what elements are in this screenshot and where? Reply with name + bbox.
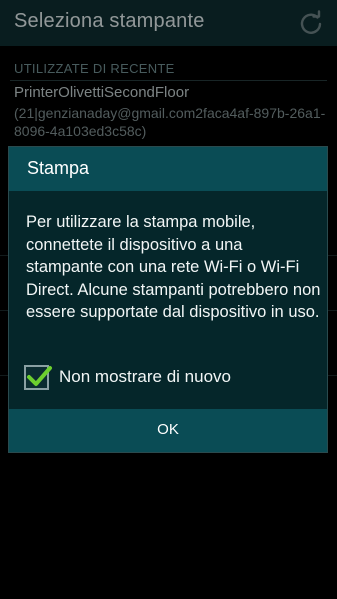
ok-button[interactable]: OK [9, 409, 327, 452]
checkmark-icon [27, 366, 52, 386]
ok-button-label: OK [157, 421, 179, 438]
dialog-titlebar: Stampa [9, 147, 327, 191]
dont-show-again-checkbox[interactable] [24, 365, 52, 390]
dialog-message: Per utilizzare la stampa mobile, connett… [26, 213, 321, 321]
screen: Seleziona stampante UTILIZZATE DI RECENT… [0, 0, 337, 599]
dialog-title: Stampa [27, 158, 90, 178]
print-dialog: Stampa Per utilizzare la stampa mobile, … [8, 146, 328, 453]
dont-show-again-label[interactable]: Non mostrare di nuovo [59, 367, 231, 387]
